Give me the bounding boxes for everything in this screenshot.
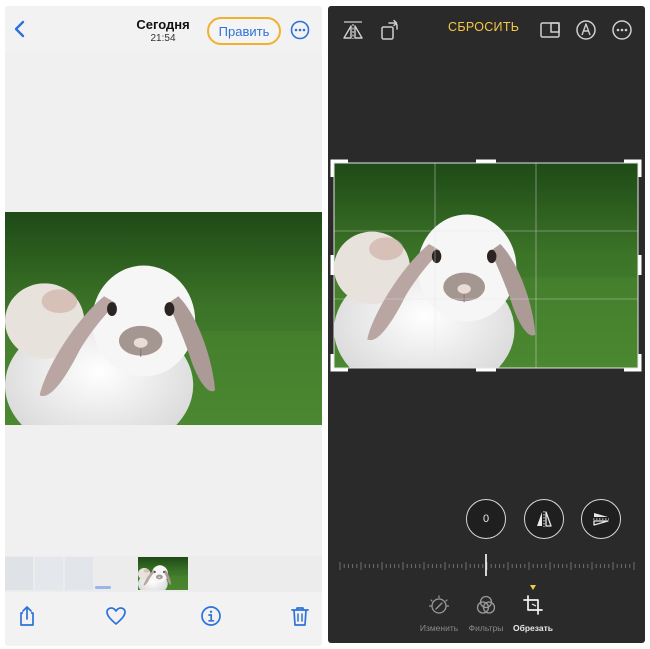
thumbnail[interactable]: [65, 557, 93, 590]
crop-grid-overlay[interactable]: [330, 159, 642, 372]
angle-ruler-slider[interactable]: [338, 554, 635, 578]
nav-title: Сегодня: [136, 17, 190, 32]
share-icon[interactable]: [15, 604, 39, 628]
thumbnail[interactable]: [5, 557, 33, 590]
straighten-knob[interactable]: 0: [466, 499, 506, 539]
trash-icon[interactable]: [288, 604, 312, 628]
rotate-icon[interactable]: [378, 18, 402, 42]
straighten-value: 0: [482, 513, 490, 525]
photo-area[interactable]: [5, 52, 322, 560]
photo-viewer-pane: Сегодня 21:54 Править: [5, 6, 322, 646]
crop-icon: [523, 595, 543, 615]
filters-icon: [476, 595, 496, 614]
horizontal-perspective-knob[interactable]: [581, 499, 621, 539]
thumbnail-strip[interactable]: [5, 556, 322, 592]
viewer-toolbar: [5, 592, 322, 646]
chevron-left-icon: [14, 20, 25, 38]
edit-button[interactable]: Править: [207, 17, 281, 45]
markup-icon[interactable]: [574, 18, 598, 42]
crop-canvas[interactable]: [330, 159, 642, 372]
ellipsis-circle-icon[interactable]: [610, 18, 634, 42]
nav-subtitle-time: 21:54: [150, 33, 176, 44]
aspect-ratio-icon[interactable]: [538, 18, 562, 42]
active-tab-indicator: [530, 585, 536, 590]
vertical-perspective-icon: [537, 511, 552, 527]
photo-editor-pane: СБРОСИТЬ 0 Изменить Фильтры Обрезать: [328, 6, 645, 643]
screen: Сегодня 21:54 Править СБРОСИТЬ 0 Изменит…: [0, 0, 650, 649]
tab-crop[interactable]: Обрезать: [505, 594, 561, 633]
viewer-nav-bar: Сегодня 21:54 Править: [5, 6, 322, 52]
rabbit-photo[interactable]: [5, 212, 322, 425]
thumbnail-current[interactable]: [138, 557, 188, 590]
heart-icon[interactable]: [104, 604, 128, 628]
ellipsis-circle-icon[interactable]: [290, 20, 310, 40]
dial-icon: [428, 595, 450, 614]
flip-horizontal-icon[interactable]: [341, 18, 365, 42]
back-button[interactable]: [9, 18, 31, 40]
info-icon[interactable]: [199, 604, 223, 628]
vertical-perspective-knob[interactable]: [524, 499, 564, 539]
reset-button[interactable]: СБРОСИТЬ: [448, 20, 528, 34]
horizontal-perspective-icon: [593, 513, 609, 526]
scroll-indicator: [95, 586, 111, 589]
tab-crop-label: Обрезать: [512, 623, 553, 633]
thumbnail[interactable]: [35, 557, 63, 590]
